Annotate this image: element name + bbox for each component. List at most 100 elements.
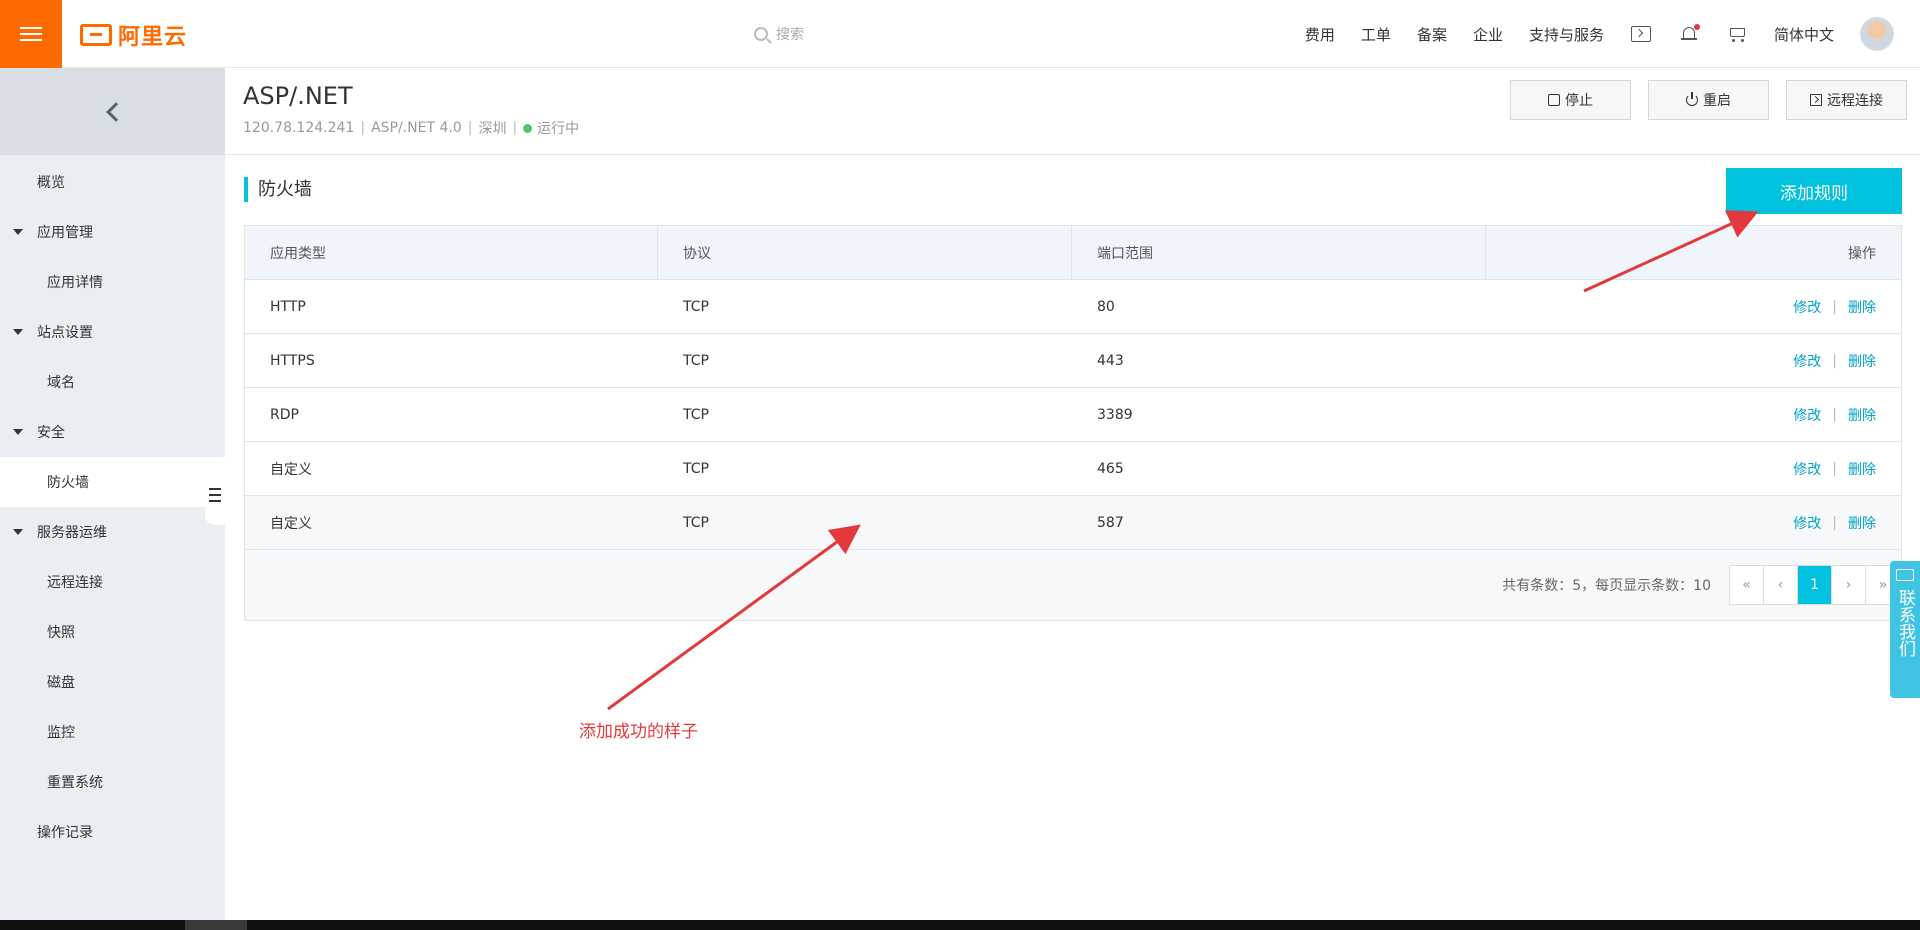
contact-us-tab[interactable]: 联系我们 (1890, 561, 1920, 698)
back-button[interactable] (0, 68, 225, 155)
sidebar-item-monitor[interactable]: 监控 (0, 707, 225, 757)
hamburger-icon (20, 27, 42, 41)
aliyun-logo[interactable]: 阿里云 (80, 22, 188, 50)
first-page-button[interactable]: « (1730, 566, 1764, 604)
chat-icon (1896, 569, 1914, 581)
status-dot-icon (523, 123, 533, 133)
app-header: ASP/.NET 120.78.124.241 | ASP/.NET 4.0 |… (225, 68, 1920, 155)
app-region: 深圳 (478, 121, 507, 137)
table-row: 自定义 TCP 587 修改 | 删除 (245, 496, 1901, 550)
sidebar-item-reset-system[interactable]: 重置系统 (0, 757, 225, 807)
search-icon (754, 27, 768, 41)
sidebar-group-server-ops[interactable]: 服务器运维 (0, 507, 225, 557)
power-icon (1686, 92, 1698, 106)
cell-protocol: TCP (683, 514, 709, 531)
prev-page-button[interactable]: ‹ (1764, 566, 1798, 604)
table-row: HTTPS TCP 443 修改 | 删除 (245, 334, 1901, 388)
delete-link[interactable]: 删除 (1848, 513, 1876, 533)
main-content: ASP/.NET 120.78.124.241 | ASP/.NET 4.0 |… (225, 68, 1920, 920)
remote-connect-button[interactable]: 远程连接 (1786, 80, 1907, 120)
chevron-left-icon (105, 101, 126, 122)
sidebar-item-firewall[interactable]: 防火墙 (0, 457, 225, 507)
delete-link[interactable]: 删除 (1848, 405, 1876, 425)
top-bar: 阿里云 搜索 费用 工单 备案 企业 支持与服务 简体中文 (0, 0, 1920, 68)
sidebar-menu: 概览 应用管理 应用详情 站点设置 域名 安全 防火墙 服务器运维 远程连接 快… (0, 155, 225, 857)
top-nav: 费用 工单 备案 企业 支持与服务 简体中文 (1279, 0, 1894, 68)
sidebar-item-domain[interactable]: 域名 (0, 357, 225, 407)
cell-actions: 修改 | 删除 (1486, 388, 1901, 441)
page-1-button[interactable]: 1 (1798, 566, 1832, 604)
caret-down-icon (13, 229, 23, 235)
delete-link[interactable]: 删除 (1848, 351, 1876, 371)
action-divider: | (1832, 406, 1837, 423)
stop-button[interactable]: 停止 (1510, 80, 1631, 120)
cell-actions: 修改 | 删除 (1486, 334, 1901, 387)
nav-support[interactable]: 支持与服务 (1529, 24, 1604, 45)
caret-down-icon (13, 329, 23, 335)
sidebar-group-site-settings[interactable]: 站点设置 (0, 307, 225, 357)
sidebar-group-label: 服务器运维 (37, 525, 107, 541)
terminal-button[interactable] (1630, 23, 1652, 45)
sidebar-item-operation-log[interactable]: 操作记录 (0, 807, 225, 857)
search-placeholder[interactable]: 搜索 (776, 24, 804, 44)
sidebar-item-overview[interactable]: 概览 (0, 157, 225, 207)
edit-link[interactable]: 修改 (1793, 297, 1821, 317)
collapse-icon (209, 488, 221, 502)
cell-type: 自定义 (270, 515, 312, 532)
cell-port: 465 (1097, 460, 1124, 477)
app-stack: ASP/.NET 4.0 (371, 120, 462, 136)
pagination-bar: 共有条数：5，每页显示条数：10 « ‹ 1 › » (245, 550, 1901, 620)
aliyun-logo-icon (80, 24, 112, 46)
menu-button[interactable] (0, 0, 62, 68)
annotation-note: 添加成功的样子 (579, 722, 698, 742)
edit-link[interactable]: 修改 (1793, 351, 1821, 371)
bell-icon (1680, 24, 1700, 43)
edit-link[interactable]: 修改 (1793, 459, 1821, 479)
next-page-button[interactable]: › (1832, 566, 1866, 604)
cart-button[interactable] (1726, 23, 1748, 45)
terminal-icon (1630, 26, 1651, 42)
restart-button[interactable]: 重启 (1648, 80, 1769, 120)
meta-divider: | (467, 120, 473, 136)
sidebar-item-app-details[interactable]: 应用详情 (0, 257, 225, 307)
cell-port: 587 (1097, 514, 1124, 531)
notification-button[interactable] (1678, 23, 1700, 45)
column-header-protocol: 协议 (658, 226, 1072, 279)
nav-icp[interactable]: 备案 (1417, 24, 1447, 45)
search-box[interactable]: 搜索 (754, 24, 804, 44)
cell-actions: 修改 | 删除 (1486, 496, 1901, 549)
status-badge: 运行中 (537, 121, 580, 137)
edit-link[interactable]: 修改 (1793, 405, 1821, 425)
nav-tickets[interactable]: 工单 (1361, 24, 1391, 45)
sidebar-group-security[interactable]: 安全 (0, 407, 225, 457)
sidebar-item-disk[interactable]: 磁盘 (0, 657, 225, 707)
user-avatar[interactable] (1860, 17, 1894, 51)
action-divider: | (1832, 352, 1837, 369)
brand-name: 阿里云 (118, 25, 188, 50)
add-rule-button[interactable]: 添加规则 (1726, 168, 1902, 214)
table-row: 自定义 TCP 465 修改 | 删除 (245, 442, 1901, 496)
app-meta: 120.78.124.241 | ASP/.NET 4.0 | 深圳 | 运行中 (243, 118, 579, 138)
page-title: ASP/.NET (243, 82, 353, 110)
sidebar-item-remote-connect[interactable]: 远程连接 (0, 557, 225, 607)
nav-billing[interactable]: 费用 (1305, 24, 1335, 45)
nav-enterprise[interactable]: 企业 (1473, 24, 1503, 45)
taskbar-active-item[interactable] (185, 920, 247, 930)
firewall-table: 应用类型 协议 端口范围 操作 HTTP TCP 80 修改 | 删除 HTTPS … (244, 225, 1902, 621)
sidebar-collapse-handle[interactable] (205, 465, 225, 525)
action-divider: | (1832, 298, 1837, 315)
stop-label: 停止 (1565, 93, 1593, 109)
edit-link[interactable]: 修改 (1793, 513, 1821, 533)
delete-link[interactable]: 删除 (1848, 459, 1876, 479)
cart-icon (1727, 26, 1747, 42)
sidebar-item-snapshot[interactable]: 快照 (0, 607, 225, 657)
sidebar-group-app-management[interactable]: 应用管理 (0, 207, 225, 257)
action-divider: | (1832, 460, 1837, 477)
cell-protocol: TCP (683, 352, 709, 369)
caret-down-icon (13, 529, 23, 535)
app-ip: 120.78.124.241 (243, 120, 355, 136)
cell-port: 80 (1097, 298, 1115, 315)
language-switch[interactable]: 简体中文 (1774, 24, 1834, 45)
delete-link[interactable]: 删除 (1848, 297, 1876, 317)
restart-label: 重启 (1703, 93, 1731, 109)
